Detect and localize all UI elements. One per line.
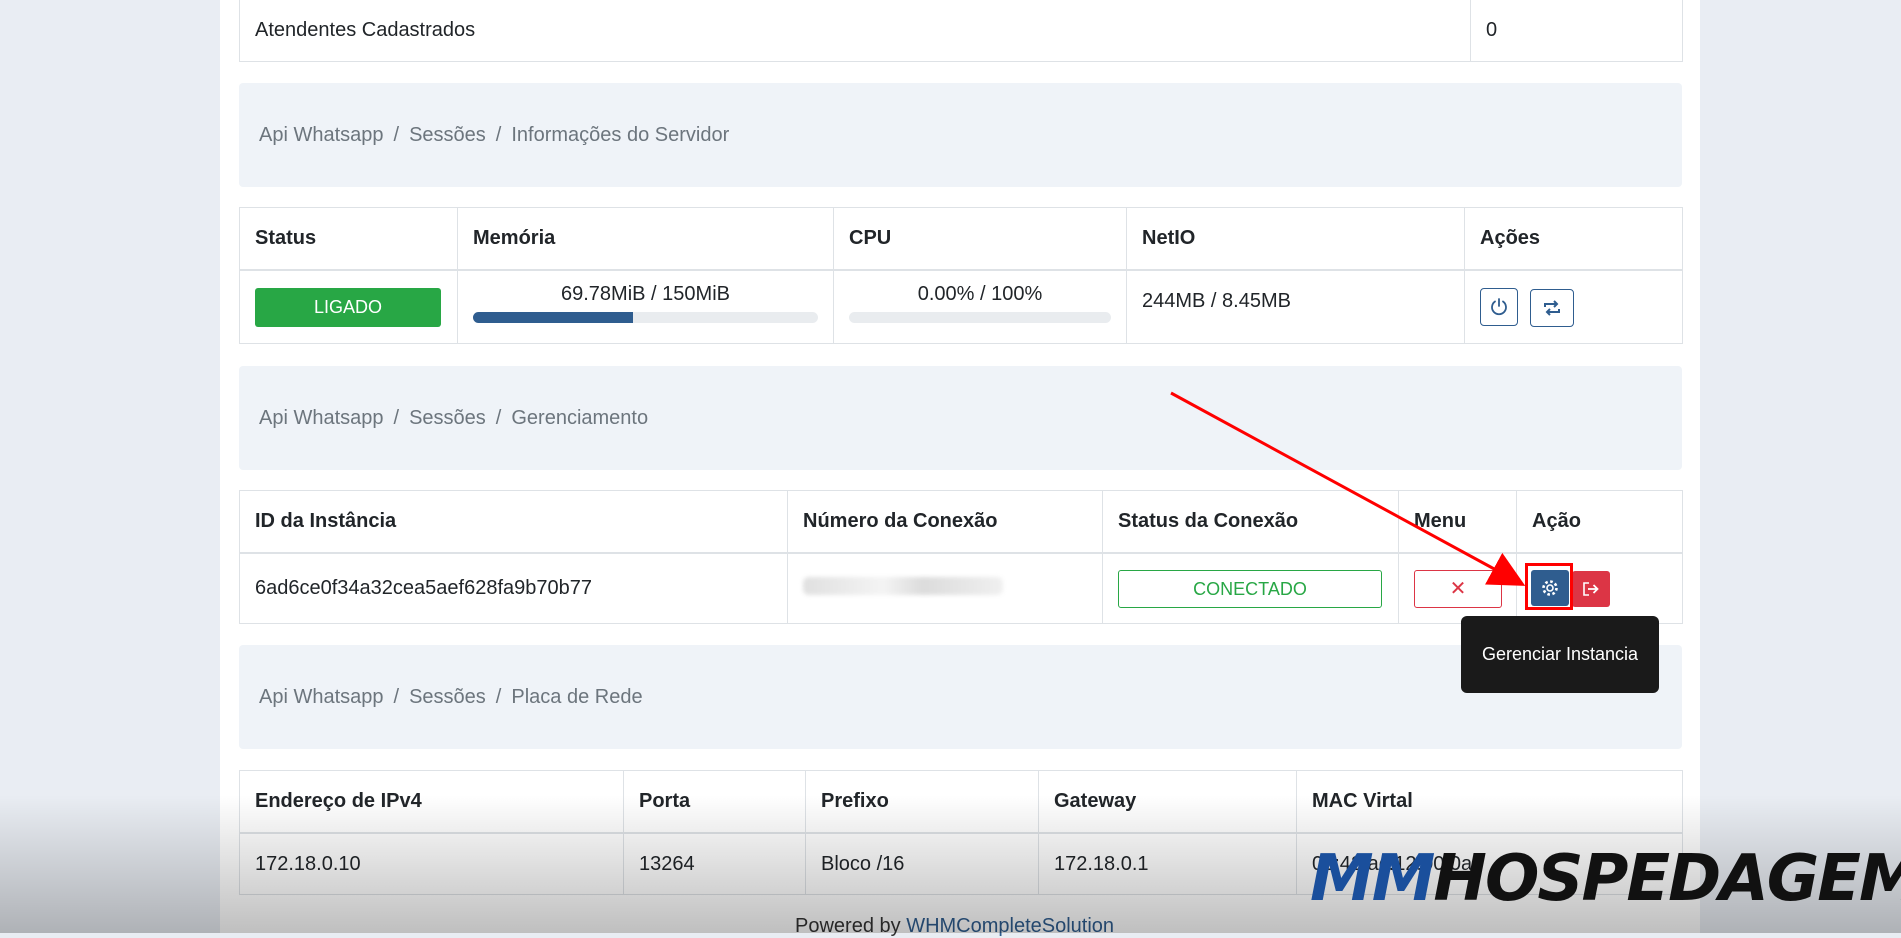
cpu-progress bbox=[849, 312, 1111, 323]
page-container: Atendentes Cadastrados 0 Api Whatsapp / … bbox=[220, 0, 1700, 937]
instance-id: 6ad6ce0f34a32cea5aef628fa9b70b77 bbox=[239, 552, 788, 624]
header-cpu: CPU bbox=[833, 207, 1127, 271]
server-info-table: Status Memória CPU NetIO Ações LIGADO 69… bbox=[239, 207, 1683, 344]
header-instance-id: ID da Instância bbox=[239, 490, 788, 554]
memory-label: 69.78MiB / 150MiB bbox=[561, 283, 730, 305]
header-memory: Memória bbox=[457, 207, 834, 271]
table-row: LIGADO 69.78MiB / 150MiB 0.00% / 100% 24… bbox=[239, 269, 1683, 344]
table-header-row: ID da Instância Número da Conexão Status… bbox=[239, 490, 1683, 554]
instance-table: ID da Instância Número da Conexão Status… bbox=[239, 490, 1683, 624]
header-connection-status: Status da Conexão bbox=[1102, 490, 1399, 554]
breadcrumb-current: Informações do Servidor bbox=[511, 123, 730, 146]
ipv4-value: 172.18.0.10 bbox=[239, 832, 624, 895]
table-row: 6ad6ce0f34a32cea5aef628fa9b70b77 CONECTA… bbox=[239, 552, 1683, 624]
header-connection-number: Número da Conexão bbox=[787, 490, 1103, 554]
memory-usage: 69.78MiB / 150MiB bbox=[473, 283, 818, 323]
memory-progress-fill bbox=[473, 312, 634, 323]
logout-icon bbox=[1583, 582, 1599, 596]
memory-progress bbox=[473, 312, 818, 323]
redacted-phone-number bbox=[803, 576, 1003, 595]
breadcrumb-root[interactable]: Api Whatsapp bbox=[259, 124, 384, 147]
table-row: Atendentes Cadastrados 0 bbox=[239, 0, 1683, 62]
header-port: Porta bbox=[623, 770, 806, 834]
highlight-box bbox=[1525, 563, 1573, 610]
header-gateway: Gateway bbox=[1038, 770, 1297, 834]
footer-link[interactable]: WHMCompleteSolution bbox=[906, 915, 1114, 937]
breadcrumb-section[interactable]: Sessões bbox=[409, 407, 486, 430]
header-status: Status bbox=[239, 207, 458, 271]
port-value: 13264 bbox=[623, 832, 806, 895]
breadcrumb-server: Api Whatsapp / Sessões / Informações do … bbox=[239, 83, 1682, 187]
breadcrumb-root[interactable]: Api Whatsapp bbox=[259, 407, 384, 430]
footer-prefix: Powered by bbox=[795, 915, 901, 937]
tooltip: Gerenciar Instancia bbox=[1461, 616, 1659, 693]
breadcrumb-current: Placa de Rede bbox=[511, 685, 643, 708]
restart-icon bbox=[1543, 299, 1560, 316]
breadcrumb-current: Gerenciamento bbox=[511, 406, 649, 429]
power-button[interactable] bbox=[1480, 287, 1518, 326]
breadcrumb-section[interactable]: Sessões bbox=[409, 686, 486, 709]
gateway-value: 172.18.0.1 bbox=[1038, 832, 1297, 895]
header-action: Ação bbox=[1516, 490, 1683, 554]
header-ipv4: Endereço de IPv4 bbox=[239, 770, 624, 834]
header-menu: Menu bbox=[1398, 490, 1517, 554]
restart-button[interactable] bbox=[1529, 288, 1574, 327]
breadcrumb-root[interactable]: Api Whatsapp bbox=[259, 686, 384, 709]
header-mac: MAC Virtal bbox=[1296, 770, 1683, 834]
netio-value: 244MB / 8.45MB bbox=[1142, 289, 1291, 312]
breadcrumb-management: Api Whatsapp / Sessões / Gerenciamento bbox=[239, 366, 1682, 470]
logout-instance-button[interactable] bbox=[1572, 571, 1610, 607]
cpu-label: 0.00% / 100% bbox=[917, 283, 1043, 305]
watermark-logo: MMHOSPEDAGEM bbox=[1310, 842, 1901, 916]
menu-close-button[interactable]: ✕ bbox=[1414, 569, 1502, 608]
header-netio: NetIO bbox=[1126, 207, 1465, 271]
attendants-count: 0 bbox=[1470, 0, 1683, 62]
connection-status-badge: CONECTADO bbox=[1118, 569, 1382, 608]
attendants-label: Atendentes Cadastrados bbox=[239, 0, 1471, 62]
attendants-table: Atendentes Cadastrados 0 bbox=[239, 0, 1683, 62]
prefix-value: Bloco /16 bbox=[805, 832, 1039, 895]
power-icon bbox=[1491, 297, 1507, 315]
status-badge: LIGADO bbox=[255, 287, 441, 327]
header-actions: Ações bbox=[1464, 207, 1683, 271]
table-header-row: Endereço de IPv4 Porta Prefixo Gateway M… bbox=[239, 770, 1683, 834]
table-header-row: Status Memória CPU NetIO Ações bbox=[239, 207, 1683, 271]
header-prefix: Prefixo bbox=[805, 770, 1039, 834]
footer: Powered by WHMCompleteSolution bbox=[795, 915, 1114, 938]
cpu-usage: 0.00% / 100% bbox=[849, 283, 1111, 323]
breadcrumb-section[interactable]: Sessões bbox=[409, 124, 486, 147]
